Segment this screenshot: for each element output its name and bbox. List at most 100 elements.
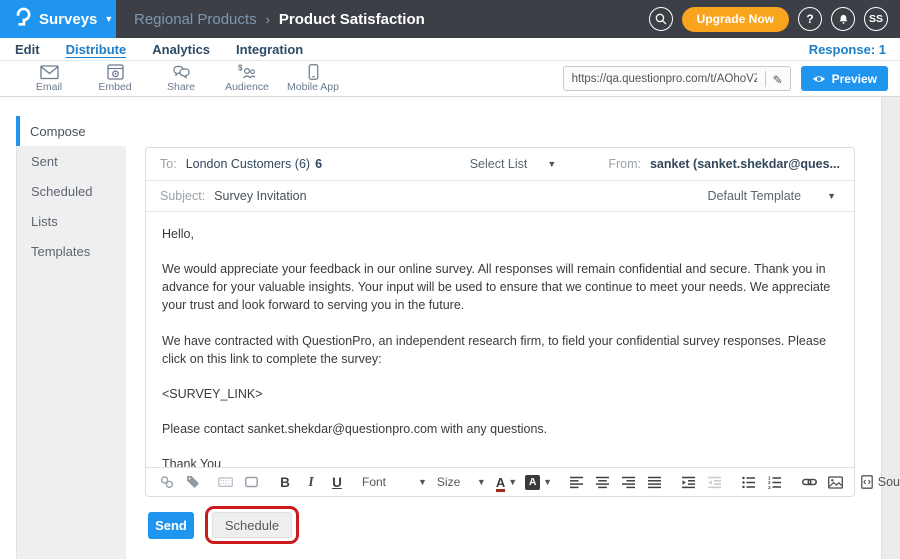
size-select[interactable]: Size ▼ <box>437 475 486 489</box>
bell-icon <box>837 13 850 26</box>
from-value[interactable]: sanket (sanket.shekdar@ques... <box>650 157 840 171</box>
channel-embed[interactable]: Embed <box>82 64 148 93</box>
tab-distribute[interactable]: Distribute <box>66 42 127 57</box>
align-right-button[interactable] <box>620 472 638 492</box>
channel-label: Embed <box>98 81 131 93</box>
channel-audience[interactable]: $ Audience <box>214 64 280 93</box>
body-paragraph: <SURVEY_LINK> <box>162 385 838 403</box>
channel-label: Email <box>36 81 62 93</box>
outdent-button[interactable] <box>706 472 724 492</box>
bulleted-list-icon <box>742 476 756 489</box>
chevron-down-icon: ▼ <box>827 191 836 201</box>
preview-label: Preview <box>832 72 877 86</box>
insert-image-button[interactable] <box>826 472 844 492</box>
subject-value[interactable]: Survey Invitation <box>214 189 306 203</box>
bold-button[interactable]: B <box>276 472 294 492</box>
upgrade-now-button[interactable]: Upgrade Now <box>682 7 789 32</box>
text-color-a: A <box>496 476 505 489</box>
tab-integration[interactable]: Integration <box>236 42 303 57</box>
breadcrumb: Regional Products › Product Satisfaction <box>134 11 425 28</box>
link-icon <box>802 475 817 489</box>
merge-link-button[interactable] <box>158 472 176 492</box>
mobile-app-icon <box>308 64 319 80</box>
align-center-button[interactable] <box>594 472 612 492</box>
breadcrumb-parent[interactable]: Regional Products <box>134 11 257 28</box>
breadcrumb-separator-icon: › <box>266 12 270 27</box>
source-button[interactable]: Source <box>860 472 900 492</box>
button-icon <box>245 476 258 488</box>
schedule-highlight-annotation: Schedule <box>205 506 299 544</box>
top-header: Surveys ▼ Regional Products › Product Sa… <box>0 0 900 38</box>
sidebar-item-templates[interactable]: Templates <box>17 236 126 266</box>
app-menu-surveys[interactable]: Surveys ▼ <box>0 0 116 38</box>
body-paragraph: Hello, <box>162 225 838 243</box>
italic-button[interactable]: I <box>302 472 320 492</box>
avatar[interactable]: SS <box>864 7 888 31</box>
email-compose-panel: To: London Customers (6) 6 Select List ▼… <box>145 147 855 497</box>
subject-label: Subject: <box>160 189 205 203</box>
keyboard-icon <box>218 475 233 489</box>
schedule-button[interactable]: Schedule <box>212 512 292 538</box>
search-icon <box>654 12 668 26</box>
send-button[interactable]: Send <box>148 512 194 539</box>
questionpro-logo-icon <box>13 6 32 33</box>
keyboard-button[interactable] <box>216 472 234 492</box>
tab-analytics[interactable]: Analytics <box>152 42 210 57</box>
compose-sidebar: Compose Sent Scheduled Lists Templates <box>16 116 126 559</box>
to-value[interactable]: London Customers (6) <box>186 157 310 171</box>
insert-link-button[interactable] <box>800 472 818 492</box>
notifications-button[interactable] <box>831 7 855 31</box>
sidebar-item-scheduled[interactable]: Scheduled <box>17 176 126 206</box>
sidebar-item-compose[interactable]: Compose <box>16 116 126 146</box>
channel-share[interactable]: Share <box>148 64 214 93</box>
rings-link-icon <box>160 475 174 489</box>
search-button[interactable] <box>649 7 673 31</box>
select-list-dropdown[interactable]: Select List ▼ <box>470 157 557 171</box>
edit-url-pencil-icon[interactable]: ✎ <box>765 71 790 87</box>
tab-edit[interactable]: Edit <box>15 42 40 57</box>
font-select[interactable]: Font ▼ <box>362 475 427 489</box>
underline-button[interactable]: U <box>328 472 346 492</box>
response-count[interactable]: Response: 1 <box>809 42 900 57</box>
email-body-editor[interactable]: Hello, We would appreciate your feedback… <box>146 212 854 467</box>
tag-button[interactable] <box>184 472 202 492</box>
channel-mobile-app[interactable]: Mobile App <box>280 64 346 93</box>
body-paragraph: Please contact sanket.shekdar@questionpr… <box>162 420 838 438</box>
template-value: Default Template <box>708 189 802 203</box>
size-select-label: Size <box>437 475 463 489</box>
text-color-button[interactable]: A ▼ <box>496 472 517 492</box>
numbered-list-icon: 123 <box>768 476 782 489</box>
help-button[interactable]: ? <box>798 7 822 31</box>
sidebar-item-sent[interactable]: Sent <box>17 146 126 176</box>
body-paragraph: We have contracted with QuestionPro, an … <box>162 332 838 368</box>
survey-subnav: Edit Distribute Analytics Integration Re… <box>0 38 900 61</box>
channel-email[interactable]: Email <box>16 64 82 93</box>
survey-url-input[interactable] <box>564 73 765 85</box>
align-center-icon <box>596 476 610 489</box>
audience-icon: $ <box>238 64 257 80</box>
sidebar-item-lists[interactable]: Lists <box>17 206 126 236</box>
from-group: From: sanket (sanket.shekdar@ques... <box>608 157 840 171</box>
channel-label: Mobile App <box>287 81 339 93</box>
bulleted-list-button[interactable] <box>740 472 758 492</box>
numbered-list-button[interactable]: 123 <box>766 472 784 492</box>
chevron-down-icon: ▼ <box>418 477 427 487</box>
body-paragraph: We would appreciate your feedback in our… <box>162 260 838 314</box>
select-list-label: Select List <box>470 157 528 171</box>
to-label: To: <box>160 157 177 171</box>
align-left-button[interactable] <box>568 472 586 492</box>
image-icon <box>828 476 843 489</box>
button-insert-button[interactable] <box>242 472 260 492</box>
background-color-button[interactable]: A ▼ <box>525 472 552 492</box>
header-actions: Upgrade Now ? SS <box>649 7 900 32</box>
chevron-down-icon: ▼ <box>508 477 517 487</box>
distribute-content: Compose Sent Scheduled Lists Templates T… <box>0 97 900 559</box>
svg-text:$: $ <box>238 64 243 73</box>
preview-button[interactable]: Preview <box>801 66 888 91</box>
richtext-toolbar: B I U Font ▼ Size ▼ A ▼ A ▼ <box>146 467 854 496</box>
indent-button[interactable] <box>680 472 698 492</box>
template-dropdown[interactable]: Default Template ▼ <box>708 189 841 203</box>
chevron-down-icon: ▼ <box>547 159 556 169</box>
compose-actions: Send Schedule <box>148 506 299 544</box>
justify-button[interactable] <box>646 472 664 492</box>
